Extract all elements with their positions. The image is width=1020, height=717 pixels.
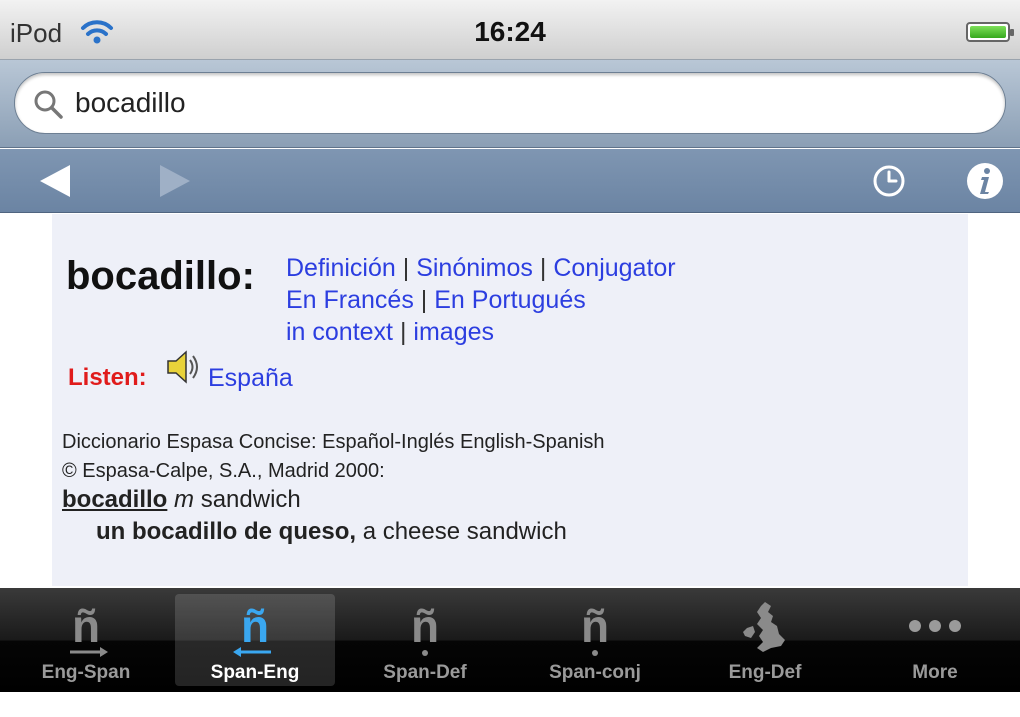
tab-eng-span[interactable]: ñ Eng-Span xyxy=(6,594,166,686)
bottom-strip xyxy=(0,692,1020,717)
example-translation: a cheese sandwich xyxy=(362,518,567,545)
source-title: Diccionario Espasa Concise: Español-Ingl… xyxy=(62,431,605,453)
tab-label: More xyxy=(912,662,958,683)
example-line: un bocadillo de queso, a cheese sandwich xyxy=(96,518,567,546)
tab-span-def[interactable]: ñ Span-Def xyxy=(345,594,505,686)
n-tilde-dot-icon: ñ xyxy=(581,600,609,656)
espana-audio-link[interactable]: España xyxy=(208,364,293,393)
tab-label: Span-Def xyxy=(383,662,467,683)
entry-translation: sandwich xyxy=(200,486,301,513)
tab-label: Span-conj xyxy=(549,662,641,683)
info-icon[interactable] xyxy=(960,159,1010,203)
forward-arrow-icon[interactable] xyxy=(150,159,200,203)
tab-bar: ñ Eng-Span ñ Span-Eng ñ Span-Def ñ Span-… xyxy=(0,588,1020,692)
source-copyright: © Espasa-Calpe, S.A., Madrid 2000: xyxy=(62,460,385,482)
tab-span-conj[interactable]: ñ Span-conj xyxy=(515,594,675,686)
speaker-icon[interactable] xyxy=(164,348,202,386)
search-icon xyxy=(34,90,63,119)
entry-links: Definición | Sinónimos | Conjugator En F… xyxy=(286,252,676,348)
conjugator-link[interactable]: Conjugator xyxy=(553,254,675,282)
history-clock-icon[interactable] xyxy=(864,159,914,203)
uk-map-icon xyxy=(743,602,785,652)
search-bar xyxy=(0,60,1020,148)
dictionary-content: bocadillo: Definición | Sinónimos | Conj… xyxy=(52,214,968,586)
battery-icon xyxy=(966,22,1014,42)
clock: 16:24 xyxy=(474,16,546,47)
entry-gender: m xyxy=(174,486,195,513)
more-dots-icon xyxy=(909,620,961,632)
link-separator: | xyxy=(399,318,407,346)
link-separator: | xyxy=(402,254,410,282)
entry-word: bocadillo xyxy=(62,486,168,513)
n-tilde-dot-icon: ñ xyxy=(411,600,439,656)
tab-more[interactable]: More xyxy=(855,594,1015,686)
images-link[interactable]: images xyxy=(413,318,494,346)
search-input[interactable] xyxy=(75,83,975,123)
tab-span-eng[interactable]: ñ Span-Eng xyxy=(175,594,335,686)
sinonimos-link[interactable]: Sinónimos xyxy=(416,254,533,282)
en-portugues-link[interactable]: En Portugués xyxy=(434,286,586,314)
definicion-link[interactable]: Definición xyxy=(286,254,396,282)
n-tilde-arrow-right-icon: ñ xyxy=(70,600,108,657)
in-context-link[interactable]: in context xyxy=(286,318,393,346)
tab-label: Eng-Def xyxy=(728,662,802,683)
tab-label: Span-Eng xyxy=(210,662,300,683)
link-separator: | xyxy=(420,286,428,314)
dictionary-source: Diccionario Espasa Concise: Español-Ingl… xyxy=(62,428,605,486)
svg-text:ñ: ñ xyxy=(581,600,609,652)
tab-label: Eng-Span xyxy=(41,662,131,683)
svg-text:ñ: ñ xyxy=(241,600,269,652)
listen-label: Listen: xyxy=(68,364,147,391)
status-bar: iPod 16:24 xyxy=(0,0,1020,60)
entry-line: bocadillo m sandwich xyxy=(62,486,301,514)
svg-text:ñ: ñ xyxy=(72,600,100,652)
back-arrow-icon[interactable] xyxy=(30,159,80,203)
svg-text:ñ: ñ xyxy=(411,600,439,652)
n-tilde-arrow-left-icon: ñ xyxy=(233,600,271,657)
nav-toolbar xyxy=(0,149,1020,213)
search-field[interactable] xyxy=(14,72,1006,134)
en-frances-link[interactable]: En Francés xyxy=(286,286,414,314)
tab-eng-def[interactable]: Eng-Def xyxy=(685,594,845,686)
example-phrase: un bocadillo de queso, xyxy=(96,518,357,545)
link-separator: | xyxy=(539,254,547,282)
headword: bocadillo: xyxy=(66,254,255,298)
